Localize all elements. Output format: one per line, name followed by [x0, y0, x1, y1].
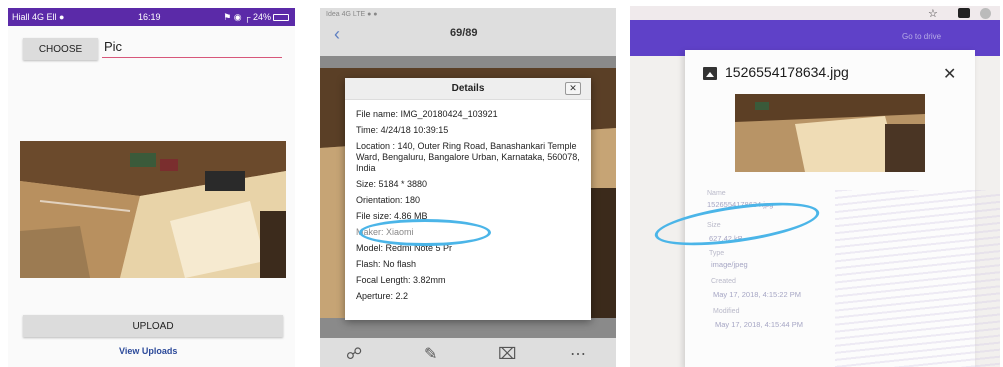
file-size-highlight: [359, 219, 491, 246]
close-icon[interactable]: ✕: [943, 64, 956, 84]
upload-app-screen: Hiаll 4G Еll ● 16:19 ⚑ ◉ ┌ 24% CHOOSE UP…: [8, 8, 295, 367]
view-uploads-link[interactable]: View Uploads: [119, 346, 177, 356]
details-dialog: Details ✕ File name: IMG_20180424_103921…: [345, 78, 591, 320]
detail-flash: Flash: No flash: [356, 259, 417, 269]
image-name-input[interactable]: [102, 36, 282, 58]
detail-file-name: File name: IMG_20180424_103921: [356, 109, 498, 119]
upload-button[interactable]: UPLOAD: [23, 315, 283, 337]
detail-time: Time: 4/24/18 10:39:15: [356, 125, 449, 135]
screen-glare: [835, 190, 1000, 367]
share-icon[interactable]: ☍: [346, 344, 362, 364]
gallery-bottom-bar: ☍ ✎ ⌧ ⋯: [320, 338, 616, 367]
meta-modified-label: Modified: [713, 308, 740, 315]
trash-icon[interactable]: ⌧: [498, 344, 516, 364]
extension-icon[interactable]: [958, 8, 970, 18]
signal-indicator: Hiаll 4G Еll ●: [12, 12, 65, 22]
detail-aperture: Aperture: 2.2: [356, 291, 409, 301]
star-icon[interactable]: ☆: [928, 7, 938, 20]
detail-orientation: Orientation: 180: [356, 195, 421, 205]
image-preview: [20, 141, 286, 278]
details-list: File name: IMG_20180424_103921 Time: 4/2…: [356, 109, 584, 307]
status-text: Idea 4G LTE ● ●: [326, 11, 378, 18]
meta-created-value: May 17, 2018, 4:15:22 PM: [713, 290, 801, 299]
battery-icon: [273, 14, 289, 22]
avatar-icon[interactable]: [980, 8, 991, 19]
choose-button[interactable]: CHOOSE: [23, 38, 98, 60]
status-time: 16:19: [138, 12, 161, 22]
chevron-left-icon[interactable]: ‹: [334, 24, 340, 45]
details-header: Details ✕: [345, 78, 591, 100]
go-to-drive-link[interactable]: Go to drive: [902, 32, 941, 41]
drive-screen: ☆ Go to drive 1526554178634.jpg ✕ Name 1…: [630, 6, 1000, 367]
meta-type-value: image/jpeg: [711, 260, 748, 269]
meta-name-label: Name: [707, 190, 726, 197]
more-icon[interactable]: ⋯: [570, 344, 586, 364]
browser-toolbar: ☆: [630, 6, 1000, 20]
image-counter: 69/89: [450, 27, 478, 39]
status-indicators: ⚑ ◉ ┌ 24%: [223, 12, 289, 23]
gallery-top-bar: Idea 4G LTE ● ● ‹ 69/89: [320, 8, 616, 56]
room-photo: [20, 141, 286, 278]
detail-model: Model: Redmi Note 5 Pr: [356, 243, 453, 253]
close-icon[interactable]: ✕: [565, 82, 581, 95]
image-file-icon: [703, 67, 717, 80]
file-thumbnail: [735, 94, 925, 172]
meta-created-label: Created: [711, 278, 736, 285]
status-icons-text: ⚑ ◉ ┌ 24%: [223, 12, 271, 22]
details-title: Details: [451, 83, 485, 94]
file-title: 1526554178634.jpg: [725, 64, 849, 80]
detail-size: Size: 5184 * 3880: [356, 179, 428, 189]
gallery-screen: Idea 4G LTE ● ● ‹ 69/89 ☍ ✎ ⌧ ⋯ Details …: [320, 8, 616, 367]
meta-type-label: Type: [709, 250, 725, 257]
detail-location: Location : 140, Outer Ring Road, Banasha…: [356, 141, 580, 173]
detail-focal-length: Focal Length: 3.82mm: [356, 275, 446, 285]
status-bar: Hiаll 4G Еll ● 16:19 ⚑ ◉ ┌ 24%: [8, 8, 295, 26]
edit-icon[interactable]: ✎: [424, 344, 437, 364]
thumbnail-photo: [735, 94, 925, 172]
meta-modified-value: May 17, 2018, 4:15:44 PM: [715, 320, 803, 329]
